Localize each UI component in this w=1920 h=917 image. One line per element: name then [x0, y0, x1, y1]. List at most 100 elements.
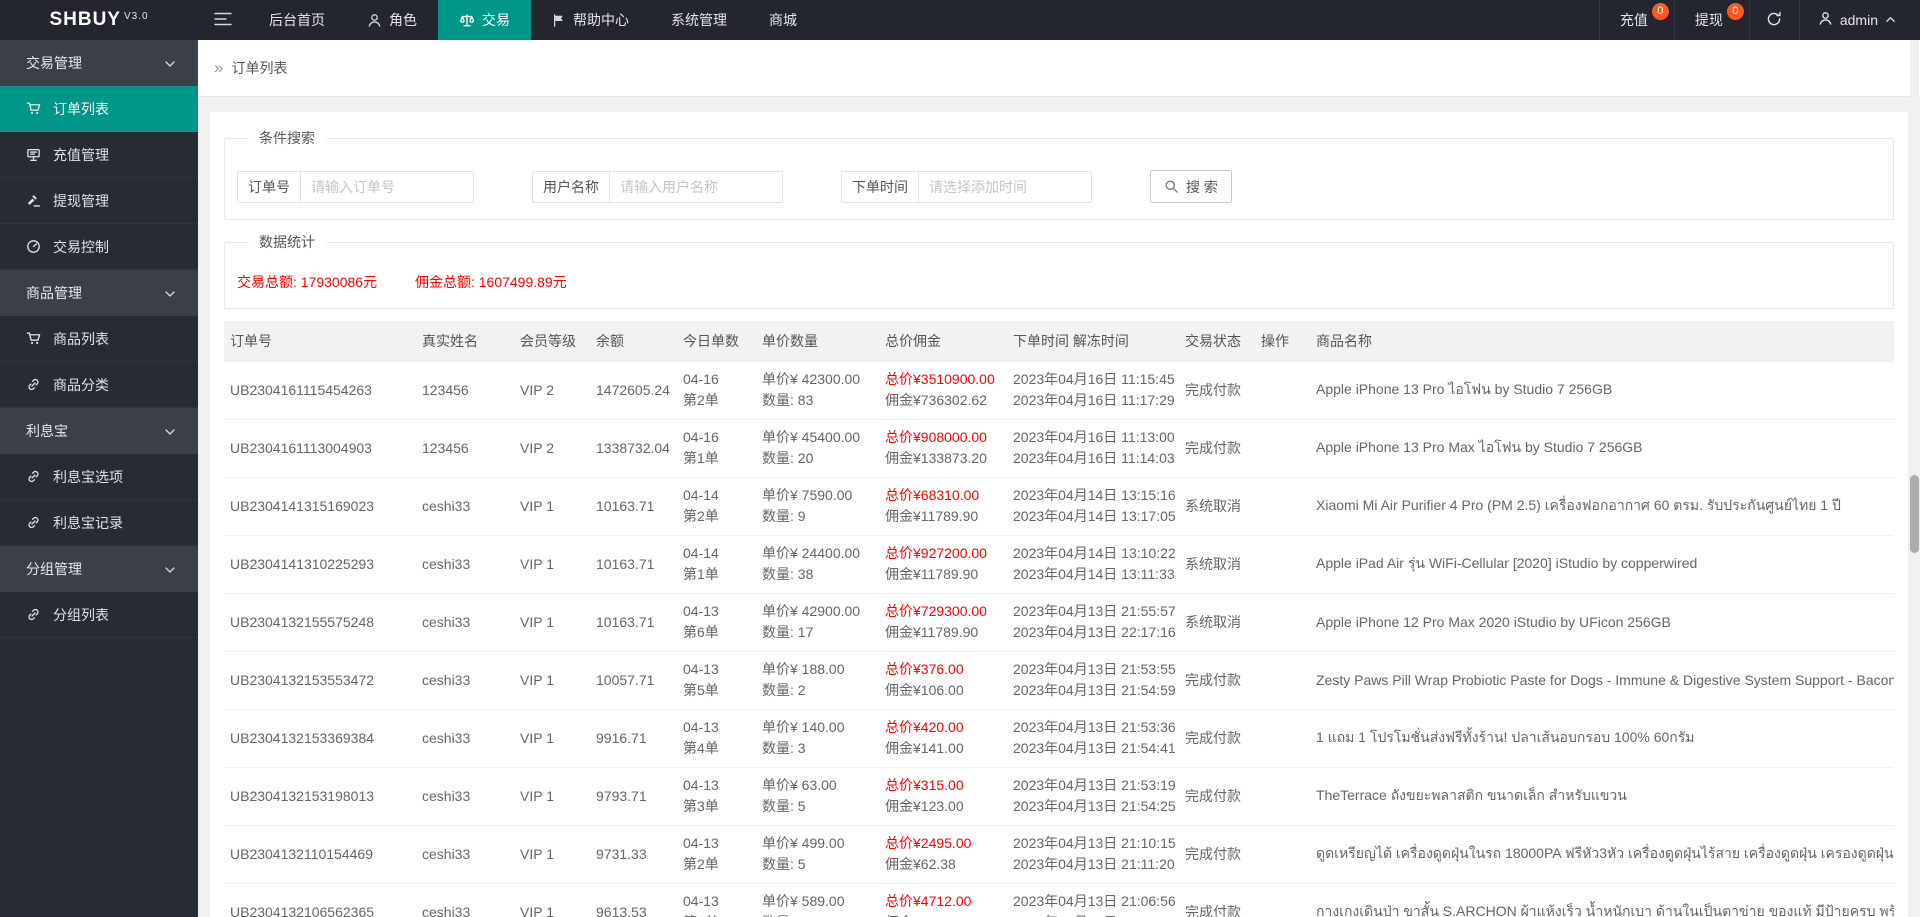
balance-cell: 9793.71 [590, 766, 677, 825]
product-name-cell: Apple iPhone 13 Pro ไอโฟน by Studio 7 25… [1310, 360, 1894, 419]
top-nav-item-角色[interactable]: 角色 [346, 0, 438, 40]
order-time: 2023年04月13日 21:55:57 [1013, 603, 1176, 619]
today-orders-cell: 04-13 第3单 [677, 766, 756, 825]
sidebar-item-利息宝记录[interactable]: 利息宝记录 [0, 500, 198, 546]
total-price: 总价¥908000.00 [885, 429, 987, 445]
product-name-cell: Zesty Paws Pill Wrap Probiotic Paste for… [1310, 650, 1894, 709]
day-order-index: 第2单 [683, 856, 719, 872]
today-orders-cell: 04-13 第2单 [677, 824, 756, 883]
gavel-icon [26, 193, 44, 208]
action-cell [1255, 708, 1310, 767]
brand-name: SHBUY [49, 9, 121, 30]
refresh-button[interactable] [1748, 0, 1799, 40]
sidebar-item-交易控制[interactable]: 交易控制 [0, 224, 198, 270]
total-commission-cell: 总价¥4712.00 佣金¥117.80 [879, 882, 1007, 917]
sidebar-toggle-button[interactable] [198, 0, 248, 40]
sidebar-item-商品分类[interactable]: 商品分类 [0, 362, 198, 408]
topbar-提现-button[interactable]: 提现 0 [1673, 0, 1749, 40]
top-nav-item-系统管理[interactable]: 系统管理 [650, 0, 748, 40]
flag-icon [552, 13, 566, 28]
order-time-filter-label: 下单时间 [842, 171, 919, 202]
today-orders-cell: 04-14 第2单 [677, 476, 756, 535]
product-name-cell: Apple iPhone 13 Pro Max ไอโฟน by Studio … [1310, 418, 1894, 477]
order-time: 2023年04月13日 21:53:36 [1013, 719, 1176, 735]
day-order-index: 第1单 [683, 450, 719, 466]
balance-cell: 9613.53 [590, 882, 677, 917]
sidebar-item-利息宝选项[interactable]: 利息宝选项 [0, 454, 198, 500]
search-button[interactable]: 搜 索 [1150, 170, 1232, 203]
price-qty-cell: 单价¥ 42900.00 数量: 17 [756, 592, 879, 651]
commission: 佣金¥123.00 [885, 798, 964, 814]
sidebar-item-商品列表[interactable]: 商品列表 [0, 316, 198, 362]
order-time-input[interactable] [919, 171, 1091, 202]
day-order-index: 第4单 [683, 740, 719, 756]
status-cell: 系统取消 [1179, 592, 1255, 651]
sidebar-item-订单列表[interactable]: 订单列表 [0, 86, 198, 132]
vertical-scrollbar [1910, 40, 1919, 917]
search-panel-legend: 条件搜索 [259, 130, 315, 146]
user-menu[interactable]: admin [1798, 0, 1920, 40]
quantity: 数量: 8 [762, 912, 873, 917]
commission: 佣金¥736302.62 [885, 392, 987, 408]
commission: 佣金¥62.38 [885, 856, 956, 872]
page-title: 订单列表 [231, 60, 288, 76]
action-cell [1255, 592, 1310, 651]
order-day: 04-14 [683, 545, 719, 561]
sidebar-item-提现管理[interactable]: 提现管理 [0, 178, 198, 224]
real-name-cell: ceshi33 [416, 824, 514, 883]
sidebar-item-label: 商品分类 [53, 376, 109, 393]
order-day: 04-16 [683, 371, 719, 387]
sidebar-group-商品管理[interactable]: 商品管理 [0, 270, 198, 316]
username-input[interactable] [610, 171, 782, 202]
product-name-cell: Xiaomi Mi Air Purifier 4 Pro (PM 2.5) เค… [1310, 476, 1894, 535]
topbar-充值-button[interactable]: 充值 0 [1598, 0, 1674, 40]
unfreeze-time: 2023年04月13日 21:54:41 [1013, 740, 1176, 756]
sidebar-item-充值管理[interactable]: 充值管理 [0, 132, 198, 178]
order-time: 2023年04月16日 11:15:45 [1013, 371, 1175, 387]
quantity: 数量: 38 [762, 566, 814, 582]
table-row: UB2304132153198013 ceshi33 VIP 1 9793.71 04-… [224, 766, 1894, 825]
sidebar-group-分组管理[interactable]: 分组管理 [0, 546, 198, 592]
sidebar-item-分组列表[interactable]: 分组列表 [0, 592, 198, 638]
column-header: 下单时间 解冻时间 [1007, 321, 1179, 361]
link-icon [26, 607, 44, 622]
real-name-cell: ceshi33 [416, 882, 514, 917]
order-no-input[interactable] [301, 171, 473, 202]
order-day: 04-13 [683, 777, 719, 793]
total-commission-cell: 总价¥927200.00 佣金¥11789.90 [879, 534, 1007, 593]
scales-icon [459, 13, 475, 28]
topbar-button-label: 充值 [1619, 12, 1648, 28]
order-day: 04-13 [683, 835, 719, 851]
sidebar-item-label: 利息宝记录 [53, 514, 123, 531]
status-cell: 完成付款 [1179, 766, 1255, 825]
top-nav: 后台首页 角色 交易 帮助中心 系统管理 商城 [248, 0, 818, 40]
sidebar: 交易管理订单列表充值管理 提现管理 交易控制 商品管理 商品列表商品分类利息宝 利息宝选项… [0, 40, 198, 917]
quantity: 数量: 5 [762, 856, 806, 872]
real-name-cell: 123456 [416, 360, 514, 419]
real-name-cell: ceshi33 [416, 766, 514, 825]
column-header: 商品名称 [1310, 321, 1894, 361]
top-nav-item-交易[interactable]: 交易 [438, 0, 531, 40]
balance-cell: 1472605.24 [590, 360, 677, 419]
column-header: 单价数量 [756, 321, 879, 361]
real-name-cell: 123456 [416, 418, 514, 477]
sidebar-item-label: 订单列表 [53, 100, 109, 117]
unit-price: 单价¥ 42300.00 [762, 371, 861, 387]
sidebar-group-交易管理[interactable]: 交易管理 [0, 40, 198, 86]
today-orders-cell: 04-13 第6单 [677, 592, 756, 651]
unfreeze-time: 2023年04月13日 21:54:25 [1013, 798, 1176, 814]
scrollbar-thumb[interactable] [1910, 475, 1919, 553]
order-time: 2023年04月14日 13:15:16 [1013, 487, 1176, 503]
commission-total: 佣金总额: 1607499.89元 [414, 274, 567, 290]
unit-price: 单价¥ 7590.00 [762, 487, 853, 503]
top-nav-item-后台首页[interactable]: 后台首页 [248, 0, 346, 40]
order-no-cell: UB2304132110154469 [224, 824, 416, 883]
top-nav-item-label: 系统管理 [671, 12, 727, 28]
total-commission-cell: 总价¥729300.00 佣金¥11789.90 [879, 592, 1007, 651]
total-commission-cell: 总价¥376.00 佣金¥106.00 [879, 650, 1007, 709]
top-nav-item-商城[interactable]: 商城 [748, 0, 818, 40]
top-nav-item-帮助中心[interactable]: 帮助中心 [531, 0, 650, 40]
sidebar-group-利息宝[interactable]: 利息宝 [0, 408, 198, 454]
breadcrumb-icon: » [214, 58, 224, 77]
breadcrumb: » 订单列表 [198, 40, 1920, 97]
